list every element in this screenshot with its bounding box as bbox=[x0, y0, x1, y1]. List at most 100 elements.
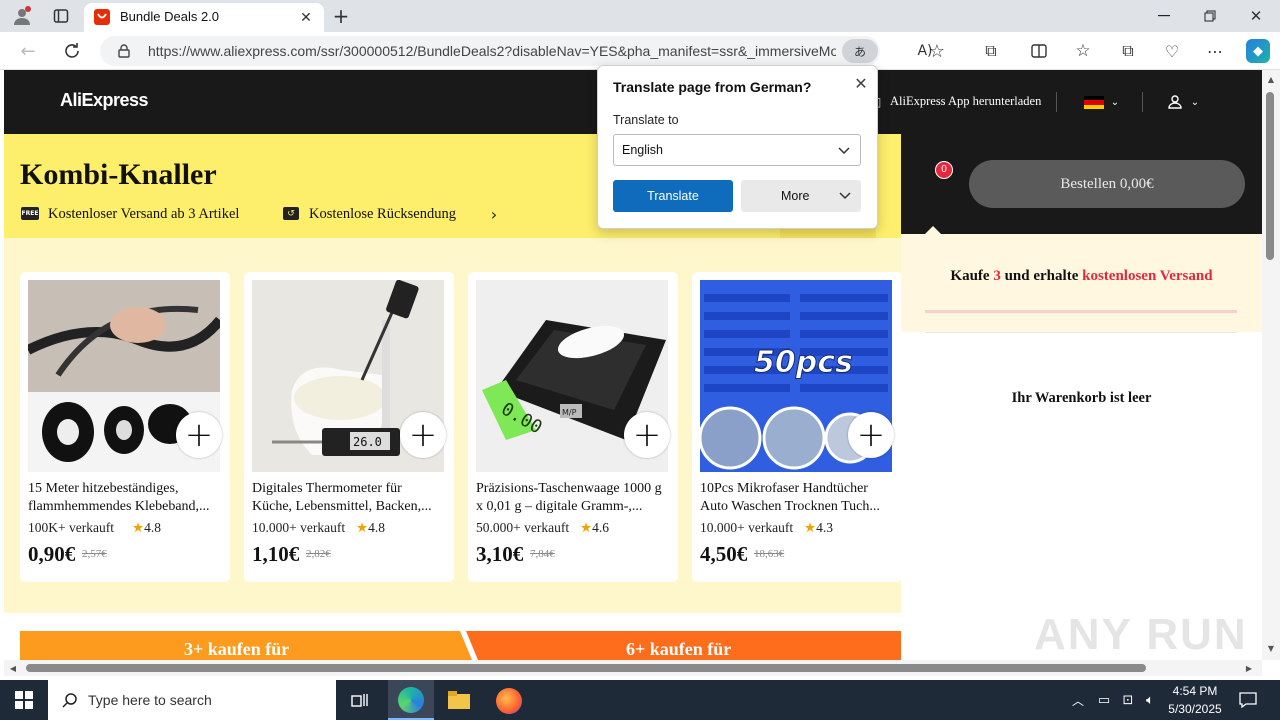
product-old-price: 7,84€ bbox=[530, 548, 555, 560]
edge-icon bbox=[398, 687, 424, 713]
product-title[interactable]: 15 Meter hitzebeständiges, flammhemmende… bbox=[28, 480, 220, 516]
language-select[interactable]: English bbox=[613, 134, 861, 166]
product-rating: ★4.8 bbox=[132, 520, 161, 536]
product-price: 1,10€ bbox=[252, 542, 300, 566]
cart-pointer bbox=[925, 226, 941, 234]
profile-icon[interactable] bbox=[10, 4, 34, 28]
product-card[interactable]: + 15 Meter hitzebeständiges, flammhemmen… bbox=[20, 272, 230, 582]
url-text[interactable]: https://www.aliexpress.com/ssr/300000512… bbox=[148, 43, 836, 59]
star-icon: ★ bbox=[356, 520, 369, 535]
promo-text-mid: und erhalte bbox=[1000, 268, 1083, 284]
chevron-down-icon[interactable]: ⌄ bbox=[1108, 94, 1122, 110]
horizontal-scrollbar[interactable]: ◀ ▶ bbox=[4, 660, 1262, 676]
chevron-down-icon bbox=[837, 188, 853, 204]
divider bbox=[1142, 92, 1143, 112]
product-card[interactable]: 50pcs + 10Pcs Mikrofaser Handtücher Auto… bbox=[692, 272, 902, 582]
order-button[interactable]: Bestellen 0,00€ bbox=[969, 160, 1245, 208]
split-screen-icon[interactable] bbox=[1028, 40, 1050, 62]
add-to-cart-button[interactable]: + bbox=[400, 412, 446, 458]
browser-essentials-icon[interactable]: ♡ bbox=[1160, 40, 1184, 62]
free-shipping-text: Kostenloser Versand ab 3 Artikel bbox=[48, 206, 240, 222]
add-to-cart-button[interactable]: + bbox=[848, 412, 894, 458]
product-sold: 10.000+ verkauft bbox=[252, 520, 346, 535]
scroll-up-icon[interactable]: ▲ bbox=[1265, 74, 1277, 84]
product-title[interactable]: 10Pcs Mikrofaser Handtücher Auto Waschen… bbox=[700, 480, 892, 516]
task-view-icon[interactable] bbox=[346, 688, 374, 712]
towel-label: 50pcs bbox=[754, 345, 853, 380]
more-button[interactable]: More bbox=[741, 180, 861, 212]
notification-icon[interactable] bbox=[1236, 688, 1260, 712]
copilot-icon[interactable]: ◆ bbox=[1246, 39, 1270, 63]
scroll-right-icon[interactable]: ▶ bbox=[1244, 663, 1254, 673]
product-card[interactable]: 0.00 M/P + Präzisions-Taschenwaage 1000 … bbox=[468, 272, 678, 582]
tab-actions-icon[interactable] bbox=[50, 5, 72, 27]
product-title[interactable]: Digitales Thermometer für Küche, Lebensm… bbox=[252, 480, 444, 516]
translate-icon[interactable]: あ bbox=[842, 39, 878, 63]
clock-time[interactable]: 4:54 PM bbox=[1166, 684, 1224, 698]
divider bbox=[925, 332, 1237, 333]
cart-count-badge: 0 bbox=[935, 161, 953, 179]
minimize-icon[interactable] bbox=[1150, 4, 1178, 28]
add-to-cart-button[interactable]: + bbox=[176, 412, 222, 458]
close-popup-icon[interactable]: ✕ bbox=[850, 72, 872, 94]
translate-to-label: Translate to bbox=[613, 113, 679, 127]
promo-link[interactable]: kostenlosen Versand bbox=[1082, 268, 1212, 284]
battery-icon[interactable]: ▭ bbox=[1094, 690, 1114, 710]
anyrun-watermark: ANY RUN bbox=[1034, 610, 1248, 659]
aliexpress-favicon-icon bbox=[94, 9, 110, 25]
translate-button[interactable]: Translate bbox=[613, 180, 733, 212]
rating-value: 4.6 bbox=[592, 520, 609, 535]
tier-label-6plus: 6+ kaufen für bbox=[626, 639, 732, 659]
collections-icon[interactable]: ⧉ bbox=[1117, 40, 1139, 62]
tier-bar-6plus[interactable]: 6+ kaufen für bbox=[466, 631, 901, 660]
tier-bar-3plus[interactable]: 3+ kaufen für bbox=[20, 631, 472, 660]
germany-flag-icon[interactable] bbox=[1084, 96, 1104, 109]
url-box[interactable]: https://www.aliexpress.com/ssr/300000512… bbox=[100, 36, 880, 66]
add-to-cart-button[interactable]: + bbox=[624, 412, 670, 458]
vertical-scrollbar-thumb[interactable] bbox=[1266, 92, 1274, 260]
taskbar-search[interactable]: Type here to search bbox=[48, 680, 336, 720]
clock-date[interactable]: 5/30/2025 bbox=[1164, 702, 1226, 716]
free-return-icon: ↺ bbox=[283, 207, 299, 220]
network-icon[interactable]: ⊡ bbox=[1118, 690, 1138, 710]
scroll-down-icon[interactable]: ▼ bbox=[1265, 643, 1277, 653]
tab-bundle-deals[interactable]: Bundle Deals 2.0 ✕ bbox=[84, 3, 324, 32]
chevron-down-icon[interactable]: ⌄ bbox=[1188, 94, 1202, 110]
product-card[interactable]: 26.0 + Digitales Thermometer für Küche, … bbox=[244, 272, 454, 582]
lock-icon[interactable] bbox=[116, 43, 132, 59]
aliexpress-logo[interactable]: AliExpress bbox=[60, 90, 149, 111]
horizontal-scrollbar-thumb[interactable] bbox=[26, 664, 1146, 672]
close-window-icon[interactable]: ✕ bbox=[1242, 4, 1270, 28]
vertical-scrollbar[interactable]: ▲ ▼ bbox=[1262, 70, 1280, 660]
chevron-up-icon[interactable]: ︿ bbox=[1068, 690, 1088, 710]
close-tab-icon[interactable]: ✕ bbox=[296, 8, 316, 28]
free-badge-text: FREE bbox=[21, 210, 39, 217]
product-grid: + 15 Meter hitzebeständiges, flammhemmen… bbox=[4, 238, 902, 613]
volume-icon[interactable]: 🔈︎ bbox=[1140, 690, 1160, 710]
extensions-icon[interactable]: ⧉ bbox=[980, 40, 1002, 62]
product-price: 4,50€ bbox=[700, 542, 748, 566]
scroll-left-icon[interactable]: ◀ bbox=[8, 663, 18, 673]
back-icon[interactable]: ← bbox=[16, 39, 40, 63]
favorite-star-icon[interactable]: ☆ bbox=[926, 40, 948, 62]
product-title[interactable]: Präzisions-Taschenwaage 1000 g x 0,01 g … bbox=[476, 480, 668, 516]
refresh-icon[interactable] bbox=[60, 39, 84, 63]
star-icon: ★ bbox=[580, 520, 593, 535]
taskbar-edge-active[interactable] bbox=[388, 680, 434, 720]
favorites-icon[interactable]: ☆ bbox=[1072, 40, 1094, 62]
user-icon[interactable] bbox=[1166, 92, 1184, 112]
cart-panel: 0 Bestellen 0,00€ Kaufe 3 und erhalte ko… bbox=[901, 134, 1262, 660]
tab-bar: Bundle Deals 2.0 ✕ + ✕ bbox=[0, 0, 1280, 32]
chevron-right-icon[interactable]: › bbox=[484, 204, 504, 224]
restore-icon[interactable] bbox=[1196, 4, 1224, 28]
product-old-price: 18,63€ bbox=[754, 548, 785, 560]
more-menu-icon[interactable]: ⋯ bbox=[1204, 40, 1226, 62]
rating-value: 4.3 bbox=[816, 520, 833, 535]
windows-start-icon[interactable] bbox=[0, 680, 48, 720]
firefox-icon[interactable] bbox=[496, 688, 522, 714]
new-tab-icon[interactable]: + bbox=[330, 4, 352, 28]
file-explorer-icon[interactable] bbox=[446, 688, 472, 712]
app-download-link[interactable]: AliExpress App herunterladen bbox=[890, 94, 1041, 109]
product-sold: 10.000+ verkauft bbox=[700, 520, 794, 535]
chevron-down-icon bbox=[836, 143, 852, 159]
